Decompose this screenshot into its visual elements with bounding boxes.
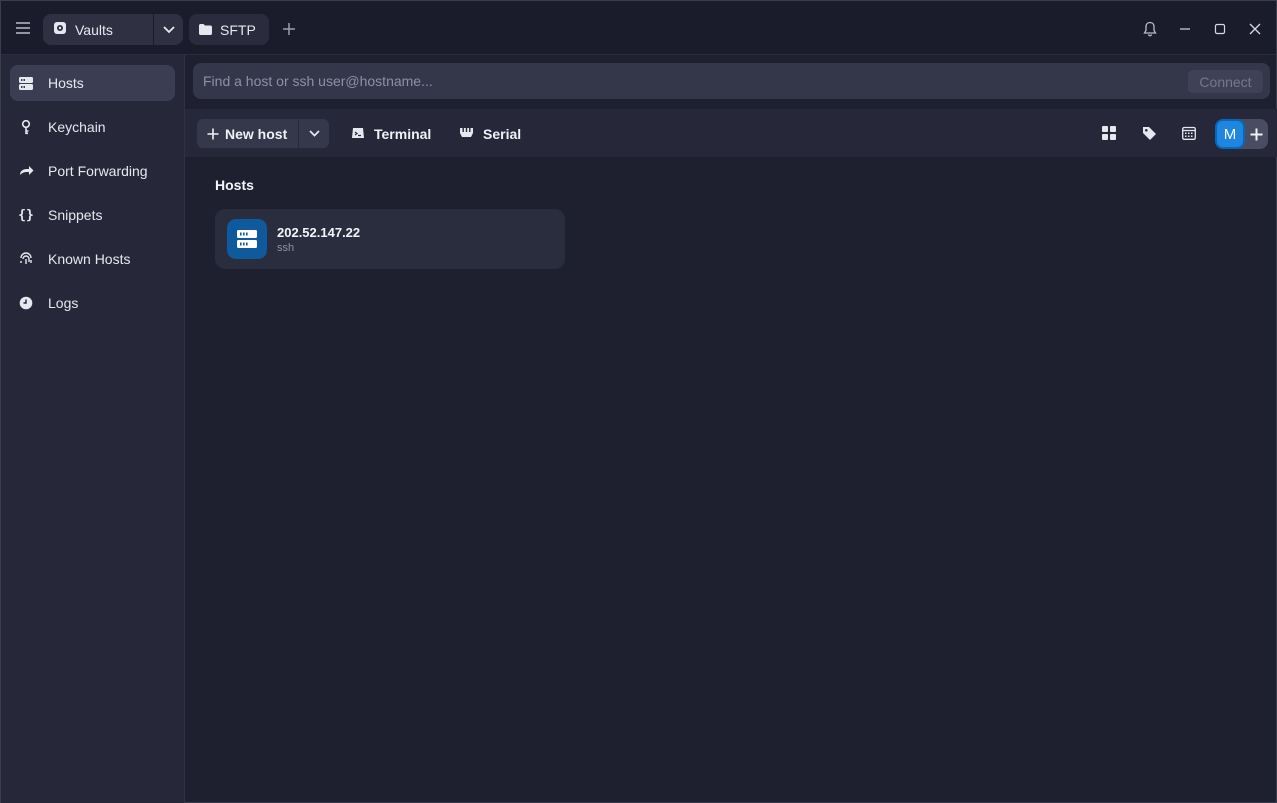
vaults-dropdown-button[interactable] xyxy=(154,14,183,45)
chevron-down-icon xyxy=(308,130,320,137)
search-bar: Connect xyxy=(193,63,1270,99)
hamburger-menu-icon[interactable] xyxy=(13,18,33,38)
fingerprint-icon xyxy=(18,251,34,267)
grid-view-icon[interactable] xyxy=(1099,123,1119,143)
clock-icon xyxy=(18,295,34,311)
sidebar: Hosts Keychain Port Forwarding {} Snippe… xyxy=(1,55,185,803)
server-icon xyxy=(227,219,267,259)
port-forward-icon xyxy=(18,163,34,179)
sidebar-item-logs[interactable]: Logs xyxy=(10,285,175,321)
section-title-hosts: Hosts xyxy=(215,177,254,193)
hosts-toolbar: New host Terminal Serial M xyxy=(185,109,1277,157)
serial-label: Serial xyxy=(483,125,522,142)
host-name: 202.52.147.22 xyxy=(277,225,361,240)
sidebar-item-snippets[interactable]: {} Snippets xyxy=(10,197,175,233)
vaults-label: Vaults xyxy=(75,21,113,38)
new-host-dropdown-button[interactable] xyxy=(299,119,329,148)
minimize-icon[interactable] xyxy=(1175,19,1195,39)
tag-icon[interactable] xyxy=(1139,123,1159,143)
new-tab-plus-icon[interactable] xyxy=(279,19,299,39)
title-bar: Vaults SFTP xyxy=(1,1,1276,55)
plus-icon xyxy=(207,128,219,139)
sidebar-item-label: Snippets xyxy=(48,207,103,223)
vault-icon xyxy=(53,21,67,38)
sftp-label: SFTP xyxy=(220,21,256,38)
sidebar-item-label: Hosts xyxy=(48,75,84,91)
terminal-icon xyxy=(351,126,365,142)
sidebar-item-keychain[interactable]: Keychain xyxy=(10,109,175,145)
serial-button[interactable]: Serial xyxy=(459,119,521,148)
sidebar-item-label: Known Hosts xyxy=(48,251,131,267)
terminal-button[interactable]: Terminal xyxy=(351,119,431,148)
braces-icon: {} xyxy=(18,207,34,223)
bell-icon[interactable] xyxy=(1140,19,1160,39)
close-icon[interactable] xyxy=(1245,19,1265,39)
serial-port-icon xyxy=(459,126,474,142)
sidebar-item-label: Keychain xyxy=(48,119,106,135)
sidebar-item-hosts[interactable]: Hosts xyxy=(10,65,175,101)
plus-icon xyxy=(1250,128,1262,140)
connect-button[interactable]: Connect xyxy=(1188,70,1263,93)
sftp-tab[interactable]: SFTP xyxy=(189,14,269,45)
maximize-icon[interactable] xyxy=(1210,19,1230,39)
calendar-icon[interactable] xyxy=(1179,123,1199,143)
sidebar-item-label: Logs xyxy=(48,295,79,311)
host-protocol: ssh xyxy=(277,242,295,254)
user-avatar[interactable]: M xyxy=(1215,119,1245,149)
new-host-label: New host xyxy=(225,125,288,142)
sidebar-item-known-hosts[interactable]: Known Hosts xyxy=(10,241,175,277)
host-search-input[interactable] xyxy=(203,63,1163,99)
folder-icon xyxy=(199,22,212,38)
terminal-label: Terminal xyxy=(374,125,432,142)
vaults-tab[interactable]: Vaults xyxy=(43,14,153,45)
host-card[interactable]: 202.52.147.22 ssh xyxy=(215,209,565,269)
sidebar-item-port-forwarding[interactable]: Port Forwarding xyxy=(10,153,175,189)
hosts-icon xyxy=(18,75,34,91)
sidebar-item-label: Port Forwarding xyxy=(48,163,148,179)
new-host-button[interactable]: New host xyxy=(197,119,298,148)
chevron-down-icon xyxy=(162,25,175,33)
app-window: Vaults SFTP Hosts Keychain Port Forwardi… xyxy=(0,0,1277,803)
key-icon xyxy=(18,119,34,135)
